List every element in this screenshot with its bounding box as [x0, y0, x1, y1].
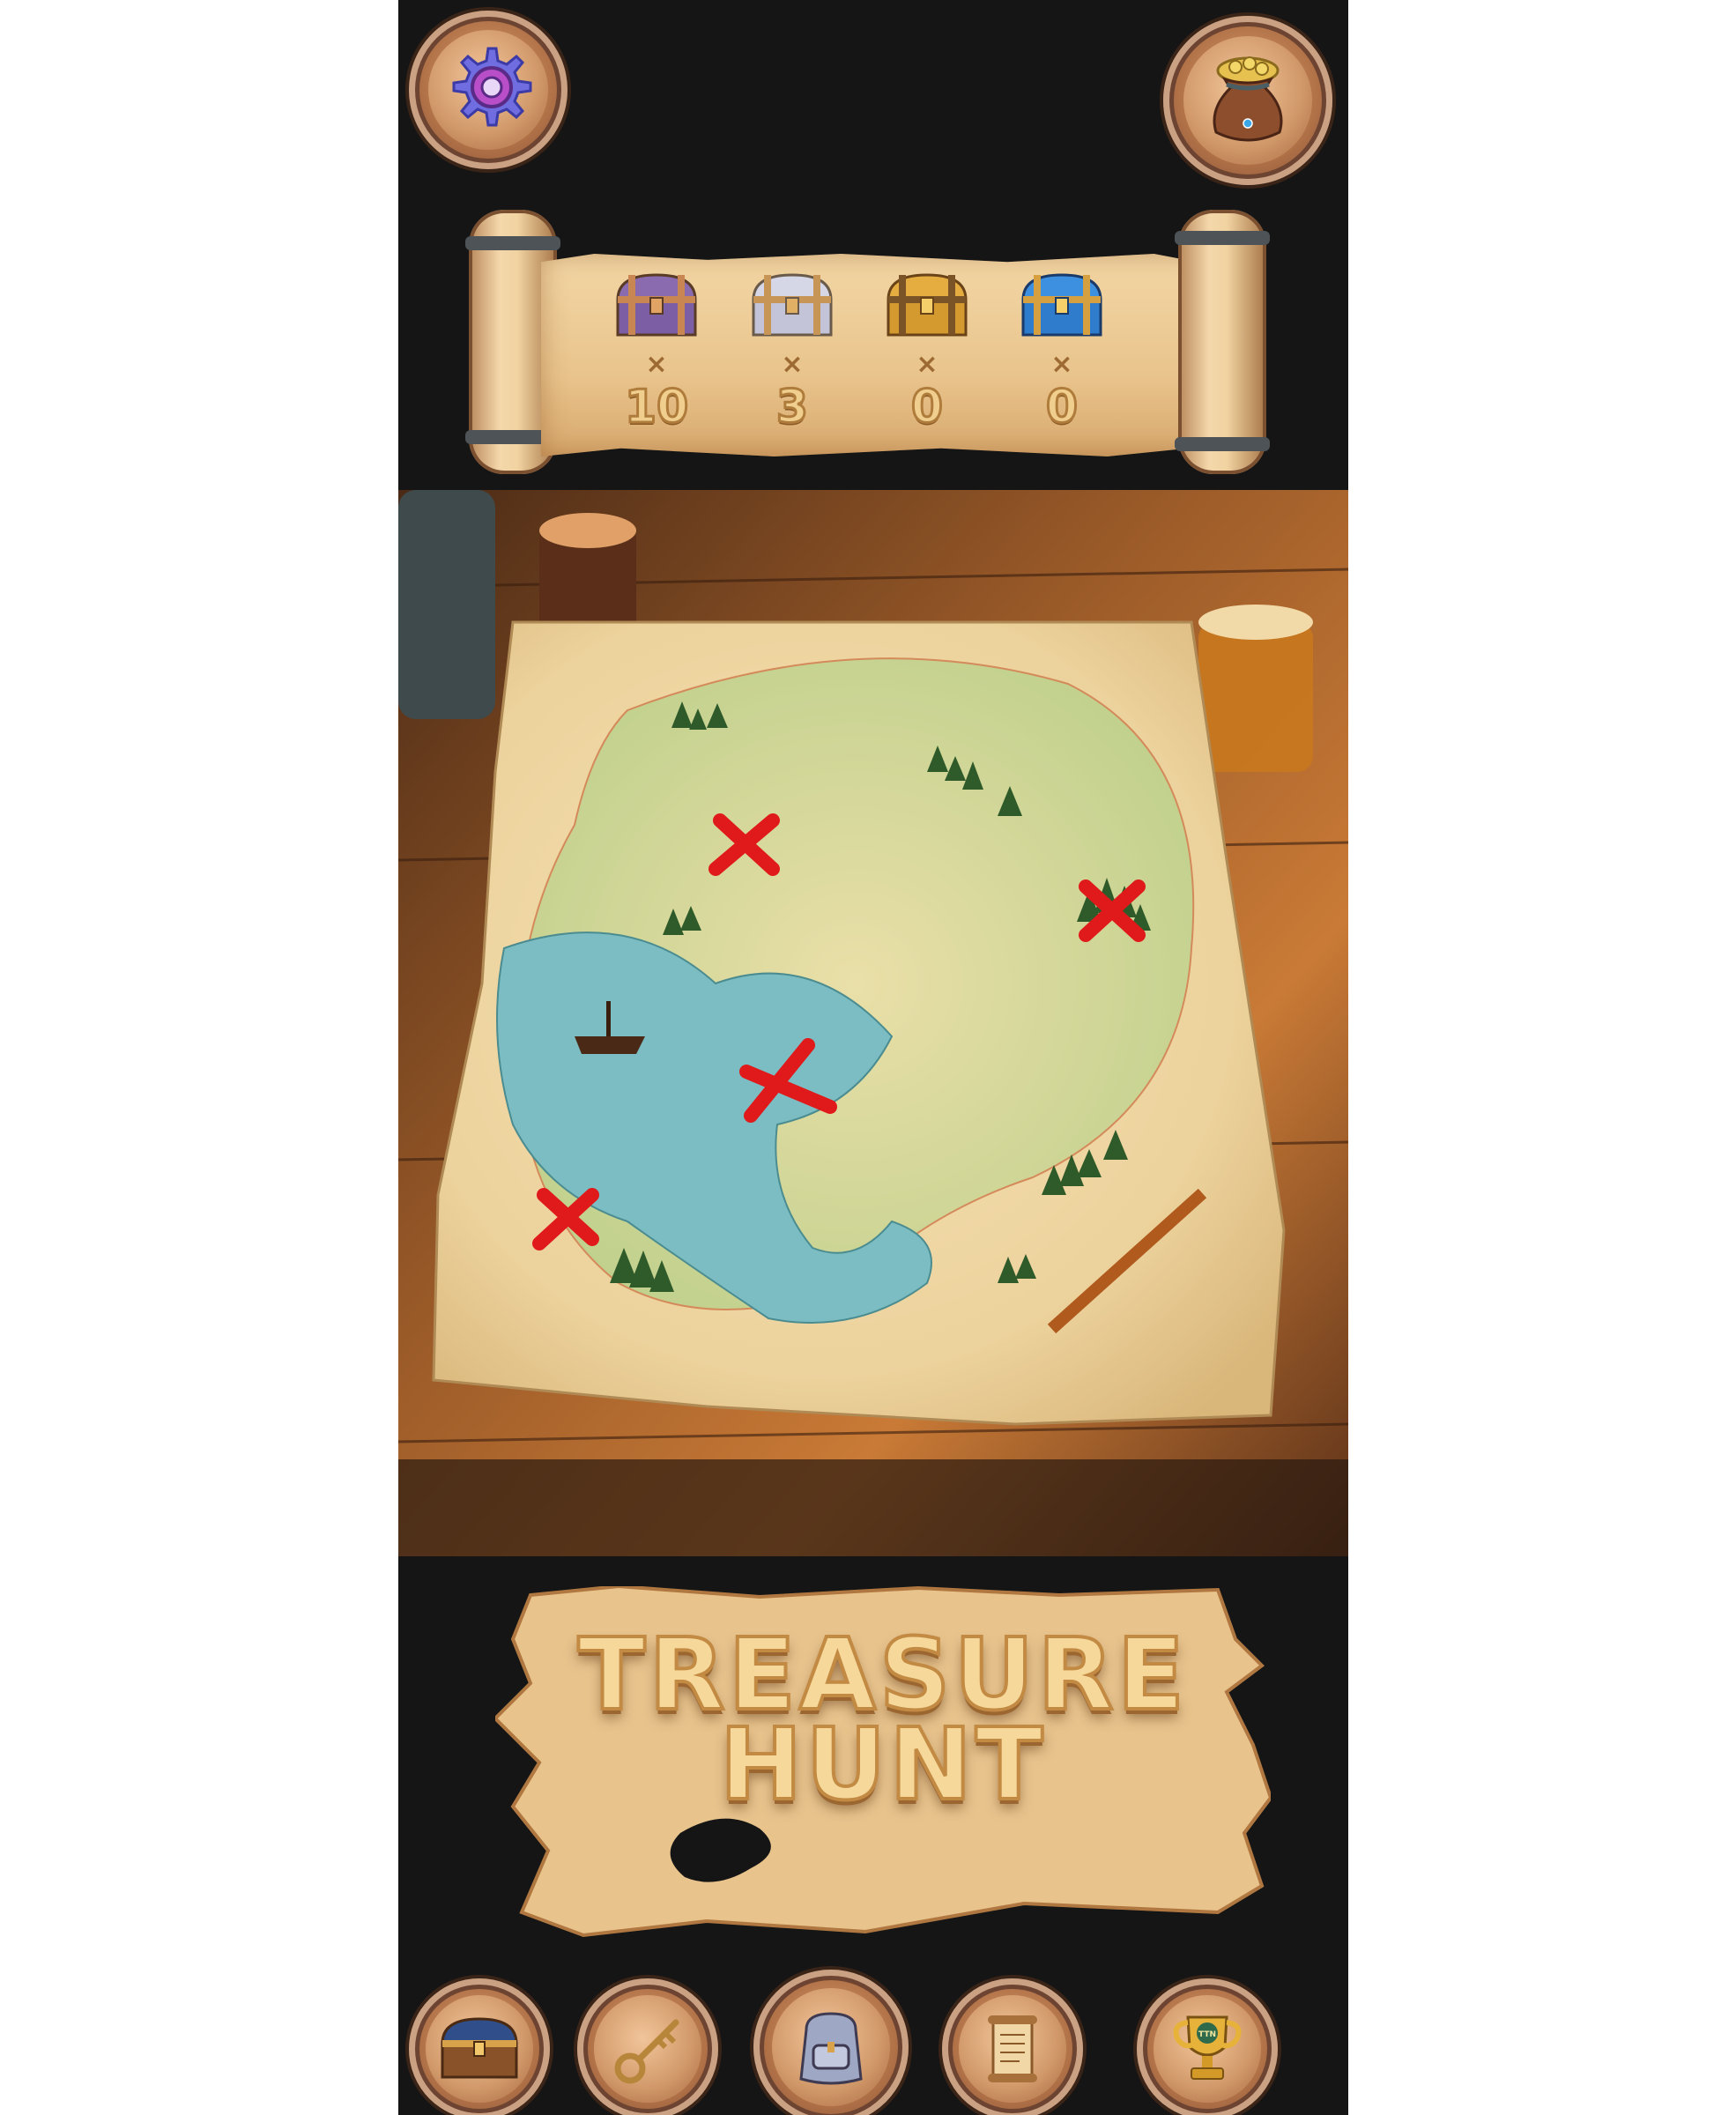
- nav-backpack-button[interactable]: [753, 1970, 909, 2115]
- silver-chest-icon: [752, 273, 833, 337]
- gold-chest-icon: [887, 273, 968, 337]
- chest-multiplier: ×: [781, 349, 804, 380]
- trophy-badge-text: TTN: [1198, 2030, 1216, 2039]
- chest-count: 0: [909, 380, 944, 435]
- inventory-bag-button[interactable]: [1163, 16, 1332, 185]
- diamond-chest-icon: [1021, 273, 1102, 337]
- title-banner: TREASURE HUNT: [495, 1586, 1271, 1939]
- chest-counter-scroll: × 10 × 3 × 0 × 0: [465, 210, 1280, 501]
- treasure-chest-icon: [441, 2017, 518, 2079]
- nav-key-button[interactable]: [577, 1978, 718, 2115]
- chest-counter-diamond: × 0: [1013, 270, 1110, 455]
- nav-trophy-button[interactable]: TTN: [1137, 1978, 1278, 2115]
- chest-count: 3: [775, 380, 809, 435]
- settings-button[interactable]: [409, 11, 568, 169]
- game-title: TREASURE HUNT: [576, 1618, 1189, 1822]
- chest-multiplier: ×: [1050, 349, 1073, 380]
- chest-count: 10: [623, 380, 689, 435]
- nav-scroll-button[interactable]: [942, 1978, 1083, 2115]
- scroll-right-roll: [1175, 210, 1270, 474]
- gear-icon: [452, 47, 532, 127]
- trophy-icon: TTN: [1173, 2015, 1242, 2080]
- key-icon: [614, 2019, 679, 2084]
- chest-counter-silver: × 3: [744, 270, 841, 455]
- chest-count: 0: [1044, 380, 1079, 435]
- backpack-icon: [799, 2012, 863, 2085]
- treasure-map-on-table: [398, 490, 1348, 1556]
- chest-counter-bronze: × 10: [608, 270, 705, 455]
- scroll-icon: [988, 2015, 1037, 2082]
- nav-chest-button[interactable]: [409, 1978, 550, 2115]
- treasure-map-scene: [398, 490, 1348, 1556]
- chest-multiplier: ×: [645, 349, 668, 380]
- money-bag-icon: [1213, 56, 1283, 142]
- game-screen: × 10 × 3 × 0 × 0 TREASURE HUNT TTN: [398, 0, 1348, 2115]
- chest-counter-gold: × 0: [879, 270, 976, 455]
- chest-multiplier: ×: [916, 349, 938, 380]
- bronze-chest-icon: [616, 273, 697, 337]
